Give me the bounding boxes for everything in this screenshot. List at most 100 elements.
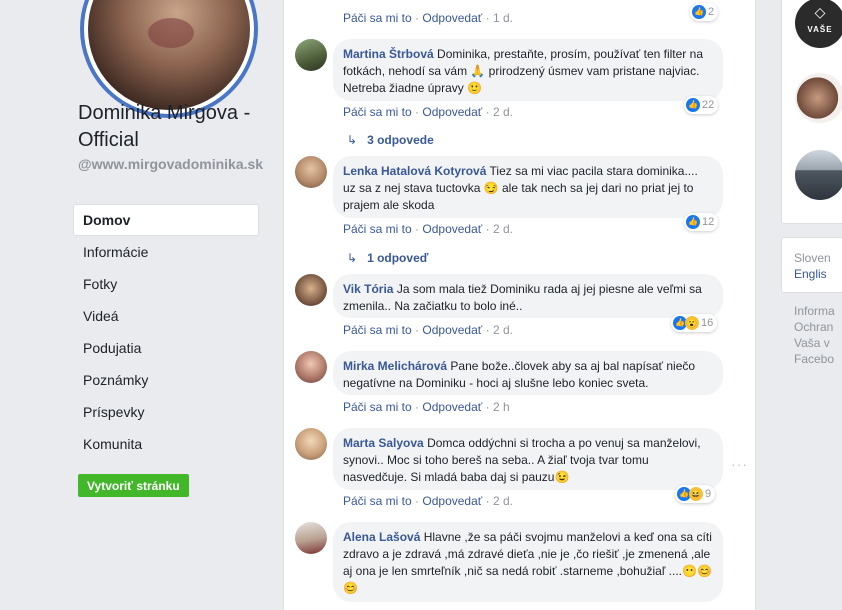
- reaction-count[interactable]: 👍 22: [684, 96, 719, 114]
- comment-bubble: Vik Tória Ja som mala tiež Dominiku rada…: [333, 274, 723, 318]
- comment-time[interactable]: 2 d.: [493, 323, 513, 337]
- comment-time[interactable]: 2 d.: [493, 494, 513, 508]
- comment-author[interactable]: Marta Salyova: [343, 436, 424, 450]
- related-page-thumbnail[interactable]: [795, 73, 842, 123]
- footer-link-your-ads[interactable]: Vaša v: [794, 335, 830, 351]
- reply-arrow-icon: ↳: [347, 133, 358, 147]
- language-english-link[interactable]: Englis: [794, 266, 827, 282]
- reaction-count-value: 22: [702, 99, 715, 111]
- more-options-icon[interactable]: ···: [731, 456, 748, 472]
- comment-author[interactable]: Alena Lašová: [343, 530, 420, 544]
- reaction-count[interactable]: 👍 12: [684, 213, 719, 231]
- haha-icon: 😆: [689, 487, 703, 501]
- create-page-button[interactable]: Vytvoriť stránku: [78, 474, 189, 497]
- page-nav: Domov Informácie Fotky Videá Podujatia P…: [73, 204, 259, 460]
- comment-bubble: Martina Štrbová Dominika, prestaňte, pro…: [333, 39, 723, 101]
- reaction-count-value: 9: [705, 488, 712, 500]
- nav-item-photos[interactable]: Fotky: [73, 268, 259, 300]
- comment-text: Ja som mala tiež Dominiku rada aj jej pi…: [343, 282, 702, 313]
- avatar[interactable]: [295, 522, 327, 554]
- reaction-count-value: 12: [702, 216, 715, 228]
- reply-link[interactable]: Odpovedať: [422, 11, 482, 25]
- like-link[interactable]: Páči sa mi to: [343, 494, 412, 508]
- separator-dot: ·: [485, 11, 490, 25]
- comment-author[interactable]: Vik Tória: [343, 282, 393, 296]
- page-handle[interactable]: @www.mirgovadominika.sk: [78, 156, 268, 173]
- wow-icon: 😮: [685, 316, 699, 330]
- separator-dot: ·: [485, 105, 490, 119]
- profile-photo-image: [88, 0, 250, 110]
- separator-dot: ·: [415, 494, 420, 508]
- avatar[interactable]: [295, 274, 327, 306]
- footer-link-info[interactable]: Informa: [794, 303, 835, 319]
- reaction-count[interactable]: 👍 2: [690, 3, 719, 21]
- separator-dot: ·: [485, 400, 490, 414]
- reply-link[interactable]: Odpovedať: [422, 105, 482, 119]
- comment-author[interactable]: Mirka Melichárová: [343, 359, 447, 373]
- reply-link[interactable]: Odpovedať: [422, 323, 482, 337]
- comment-actions: Páči sa mi to · Odpovedať · 2 d.: [343, 105, 513, 119]
- nav-item-posts[interactable]: Príspevky: [73, 396, 259, 428]
- like-link[interactable]: Páči sa mi to: [343, 11, 412, 25]
- separator-dot: ·: [485, 222, 490, 236]
- nav-item-events[interactable]: Podujatia: [73, 332, 259, 364]
- separator-dot: ·: [415, 105, 420, 119]
- comment-actions: Páči sa mi to · Odpovedať · 2 d.: [343, 494, 513, 508]
- brand-logo-icon: ◇: [814, 4, 826, 20]
- separator-dot: ·: [415, 222, 420, 236]
- reaction-count-value: 16: [701, 317, 714, 329]
- footer-link-facebook[interactable]: Facebo: [794, 351, 834, 367]
- separator-dot: ·: [415, 11, 420, 25]
- nav-item-community[interactable]: Komunita: [73, 428, 259, 460]
- avatar[interactable]: [295, 351, 327, 383]
- comment-actions: Páči sa mi to · Odpovedať · 1 d.: [343, 11, 513, 25]
- comment-time[interactable]: 2 h: [493, 400, 510, 414]
- brand-logo-text: VAŠE: [807, 25, 833, 34]
- page-title[interactable]: Dominika Mirgova - Official: [78, 100, 268, 154]
- comment-bubble: Marta Salyova Domca oddýchni si trocha a…: [333, 428, 723, 490]
- reply-link[interactable]: Odpovedať: [422, 494, 482, 508]
- comment-actions: Páči sa mi to · Odpovedať · 2 d.: [343, 222, 513, 236]
- nav-item-about[interactable]: Informácie: [73, 236, 259, 268]
- reply-link[interactable]: Odpovedať: [422, 222, 482, 236]
- comment-bubble: Alena Lašová Hlavne ,že sa páči svojmu m…: [333, 522, 723, 602]
- view-replies-link[interactable]: ↳ 3 odpovede: [347, 133, 434, 147]
- comment-bubble: Lenka Hatalová Kotyrová Tiez sa mi viac …: [333, 156, 723, 218]
- related-page-thumbnail[interactable]: ◇ VAŠE: [795, 0, 842, 48]
- reaction-count[interactable]: 👍 😮 16: [671, 314, 718, 332]
- comment-author[interactable]: Lenka Hatalová Kotyrová: [343, 164, 486, 178]
- nav-item-notes[interactable]: Poznámky: [73, 364, 259, 396]
- separator-dot: ·: [415, 400, 420, 414]
- avatar[interactable]: [295, 39, 327, 71]
- separator-dot: ·: [415, 323, 420, 337]
- comment-actions: Páči sa mi to · Odpovedať · 2 d.: [343, 323, 513, 337]
- like-icon: 👍: [686, 215, 700, 229]
- replies-count: 1 odpoveď: [367, 251, 429, 265]
- reaction-count[interactable]: 👍 😆 9: [675, 485, 716, 503]
- footer-link-privacy[interactable]: Ochran: [794, 319, 833, 335]
- like-icon: 👍: [692, 5, 706, 19]
- comment-actions: Páči sa mi to · Odpovedať · 2 h: [343, 400, 510, 414]
- avatar[interactable]: [295, 428, 327, 460]
- comment-time[interactable]: 2 d.: [493, 222, 513, 236]
- reply-arrow-icon: ↳: [347, 251, 358, 265]
- reaction-count-value: 2: [708, 6, 715, 18]
- nav-item-videos[interactable]: Videá: [73, 300, 259, 332]
- reply-link[interactable]: Odpovedať: [422, 400, 482, 414]
- comment-author[interactable]: Martina Štrbová: [343, 47, 434, 61]
- like-link[interactable]: Páči sa mi to: [343, 323, 412, 337]
- avatar[interactable]: [295, 156, 327, 188]
- language-current: Sloven: [794, 251, 831, 265]
- comment-time[interactable]: 2 d.: [493, 105, 513, 119]
- like-link[interactable]: Páči sa mi to: [343, 222, 412, 236]
- like-icon: 👍: [686, 98, 700, 112]
- view-replies-link[interactable]: ↳ 1 odpoveď: [347, 251, 428, 265]
- like-link[interactable]: Páči sa mi to: [343, 105, 412, 119]
- related-page-thumbnail[interactable]: [795, 150, 842, 200]
- nav-item-home[interactable]: Domov: [73, 204, 259, 236]
- replies-count: 3 odpovede: [367, 133, 434, 147]
- separator-dot: ·: [485, 494, 490, 508]
- like-link[interactable]: Páči sa mi to: [343, 400, 412, 414]
- separator-dot: ·: [485, 323, 490, 337]
- comment-time[interactable]: 1 d.: [493, 11, 513, 25]
